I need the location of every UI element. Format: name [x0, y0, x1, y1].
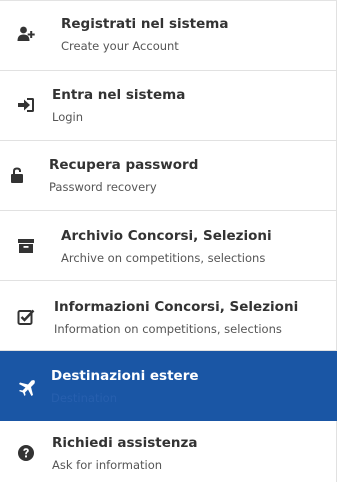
- menu-item-title: Destinazioni estere: [51, 368, 199, 384]
- menu-item-foreign-destinations[interactable]: Destinazioni estere Destination: [0, 351, 337, 421]
- archive-icon: [17, 237, 35, 255]
- menu-item-subtitle: Destination: [51, 391, 117, 405]
- menu-item-request-assistance[interactable]: Richiedi assistenza Ask for information: [0, 421, 337, 482]
- sign-in-icon: [17, 96, 35, 114]
- menu-item-subtitle: Login: [52, 110, 84, 124]
- plane-icon: [18, 379, 36, 397]
- menu-item-information[interactable]: Informazioni Concorsi, Selezioni Informa…: [0, 281, 337, 351]
- menu-item-recover-password[interactable]: Recupera password Password recovery: [0, 141, 337, 211]
- menu-item-login[interactable]: Entra nel sistema Login: [0, 71, 337, 141]
- user-plus-icon: [17, 25, 35, 43]
- menu-item-subtitle: Password recovery: [49, 180, 157, 194]
- menu-item-subtitle: Create your Account: [61, 39, 179, 53]
- menu-item-subtitle: Ask for information: [52, 458, 163, 472]
- side-menu: Registrati nel sistema Create your Accou…: [0, 0, 337, 482]
- menu-item-title: Richiedi assistenza: [52, 435, 198, 451]
- menu-item-register[interactable]: Registrati nel sistema Create your Accou…: [0, 1, 337, 71]
- menu-item-subtitle: Information on competitions, selections: [54, 322, 282, 336]
- menu-item-archive[interactable]: Archivio Concorsi, Selezioni Archive on …: [0, 211, 337, 281]
- check-square-icon: [17, 308, 35, 326]
- unlock-icon: [8, 166, 26, 184]
- menu-item-title: Recupera password: [49, 157, 199, 173]
- menu-item-title: Entra nel sistema: [52, 87, 186, 103]
- question-circle-icon: [17, 444, 35, 462]
- menu-item-title: Archivio Concorsi, Selezioni: [61, 228, 272, 244]
- menu-item-subtitle: Archive on competitions, selections: [61, 251, 266, 265]
- menu-item-title: Registrati nel sistema: [61, 16, 229, 32]
- menu-item-title: Informazioni Concorsi, Selezioni: [54, 299, 299, 315]
